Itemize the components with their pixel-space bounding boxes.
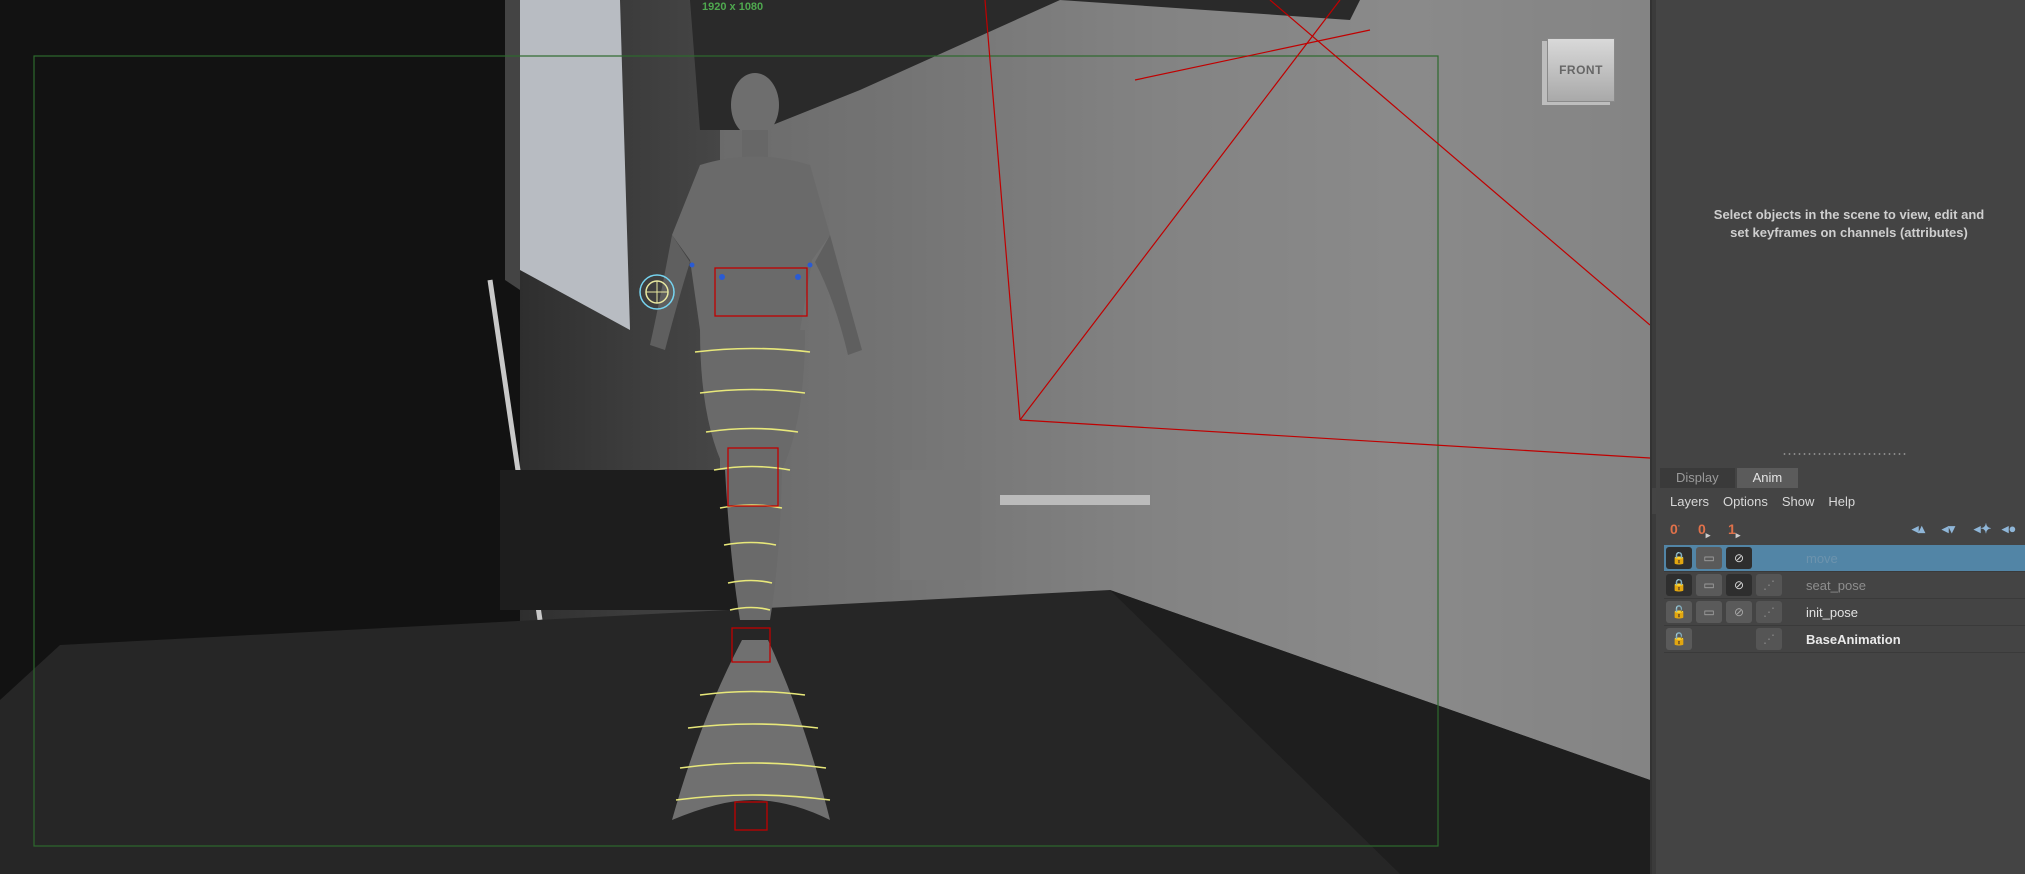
menu-help[interactable]: Help [1828, 494, 1855, 509]
layer-name: move [1806, 551, 1838, 566]
zero-key-selected-icon[interactable]: 0▸ [1698, 521, 1710, 541]
mute-icon[interactable]: ⊘ [1726, 574, 1752, 596]
solo-icon[interactable]: ▭ [1696, 601, 1722, 623]
solo-icon[interactable]: ▭ [1696, 547, 1722, 569]
ghost-icon[interactable]: ⋰ [1756, 574, 1782, 596]
resolution-label: 1920 x 1080 [702, 1, 764, 13]
layer-name: BaseAnimation [1806, 632, 1901, 647]
mute-icon[interactable]: ⊘ [1726, 601, 1752, 623]
create-layer-from-selection-icon[interactable]: ◂● [2002, 521, 2016, 537]
layer-name: init_pose [1806, 605, 1859, 620]
zero-key-label: 0 [1670, 521, 1678, 537]
viewcube[interactable]: FRONT [1547, 38, 1615, 102]
layer-editor-menubar: Layers Options Show Help [1652, 488, 2025, 514]
tab-display[interactable]: Display [1660, 468, 1735, 488]
channel-box-message: Select objects in the scene to view, edi… [1713, 207, 1985, 240]
layer-row-base-animation[interactable]: 🔓 ⋰ BaseAnimation [1664, 626, 2025, 653]
unlock-icon[interactable]: 🔓 [1666, 628, 1692, 650]
3d-viewport[interactable]: 1920 x 1080 FRONT [0, 0, 1650, 874]
layer-row-seat-pose[interactable]: 🔒 ▭ ⊘ ⋰ seat_pose [1664, 572, 2025, 599]
zero-key-icon[interactable]: 0· [1670, 521, 1680, 537]
layer-editor-toolbar: 0· 0▸ 1▸ ◂▴ ◂▾ ◂✦ ◂● [1652, 515, 2025, 543]
layer-editor-tabs: Display Anim [1660, 468, 1800, 488]
move-layer-down-icon[interactable]: ◂▾ [1942, 521, 1955, 537]
tab-anim[interactable]: Anim [1736, 468, 1799, 488]
unlock-icon[interactable]: 🔓 [1666, 601, 1692, 623]
one-key-icon[interactable]: 1▸ [1728, 521, 1740, 541]
one-key-label: 1 [1728, 521, 1736, 537]
zero-key-selected-label: 0 [1698, 521, 1706, 537]
ghost-icon[interactable]: ⋰ [1756, 601, 1782, 623]
ghost-icon[interactable]: ⋰ [1756, 628, 1782, 650]
lock-icon[interactable]: 🔒 [1666, 547, 1692, 569]
layer-row-move[interactable]: 🔒 ▭ ⊘ move [1664, 545, 2025, 572]
lock-icon[interactable]: 🔒 [1666, 574, 1692, 596]
layer-row-init-pose[interactable]: 🔓 ▭ ⊘ ⋰ init_pose [1664, 599, 2025, 626]
menu-show[interactable]: Show [1782, 494, 1815, 509]
create-empty-layer-icon[interactable]: ◂✦ [1974, 521, 1991, 537]
menu-layers[interactable]: Layers [1670, 494, 1709, 509]
panel-resize-grip[interactable] [1782, 452, 1906, 456]
panel-splitter[interactable] [1652, 0, 1656, 874]
viewcube-face-label: FRONT [1559, 63, 1603, 77]
mute-icon[interactable]: ⊘ [1726, 547, 1752, 569]
move-layer-up-icon[interactable]: ◂▴ [1912, 521, 1925, 537]
anim-layer-list: 🔒 ▭ ⊘ move 🔒 ▭ ⊘ ⋰ seat_pose 🔓 ▭ ⊘ ⋰ ini… [1664, 545, 2025, 653]
side-panel: Select objects in the scene to view, edi… [1650, 0, 2025, 874]
menu-options[interactable]: Options [1723, 494, 1768, 509]
scene-render[interactable] [0, 0, 1650, 874]
solo-icon[interactable]: ▭ [1696, 574, 1722, 596]
layer-name: seat_pose [1806, 578, 1866, 593]
